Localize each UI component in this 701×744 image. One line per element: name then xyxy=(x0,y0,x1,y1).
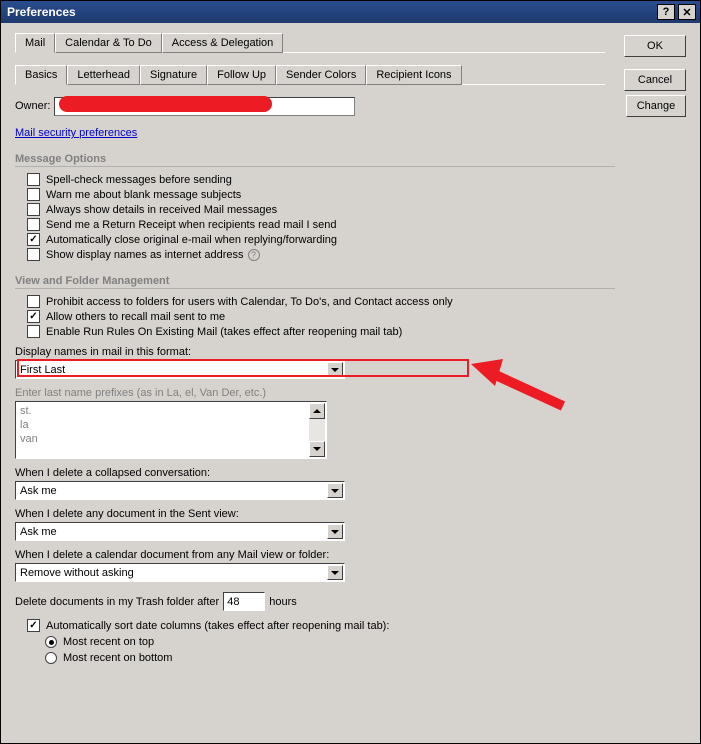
close-title-button[interactable]: ✕ xyxy=(678,4,696,20)
help-icon[interactable]: ? xyxy=(248,249,260,261)
chevron-down-icon[interactable] xyxy=(327,483,343,498)
change-button[interactable]: Change xyxy=(626,95,686,117)
chk-prohibit-access[interactable] xyxy=(27,295,40,308)
chk-spellcheck[interactable] xyxy=(27,173,40,186)
list-item: st. xyxy=(20,404,308,418)
scroll-up-icon[interactable] xyxy=(309,403,325,419)
tab-calendar[interactable]: Calendar & To Do xyxy=(55,33,162,53)
chevron-down-icon[interactable] xyxy=(327,362,343,377)
lbl-allow-recall: Allow others to recall mail sent to me xyxy=(46,311,225,323)
prefixes-label: Enter last name prefixes (as in La, el, … xyxy=(15,387,686,399)
view-folder-title: View and Folder Management xyxy=(15,275,615,289)
message-options-title: Message Options xyxy=(15,153,615,167)
tab-access[interactable]: Access & Delegation xyxy=(162,33,284,53)
tab-mail[interactable]: Mail xyxy=(15,33,55,53)
prefixes-listbox[interactable]: st. la van xyxy=(15,401,327,459)
chevron-down-icon[interactable] xyxy=(327,524,343,539)
lbl-prohibit-access: Prohibit access to folders for users wit… xyxy=(46,296,453,308)
help-title-button[interactable]: ? xyxy=(657,4,675,20)
lbl-spellcheck: Spell-check messages before sending xyxy=(46,174,232,186)
preferences-dialog: Preferences ? ✕ OK Cancel Mail Calendar … xyxy=(0,0,701,744)
list-item: van xyxy=(20,432,308,446)
chk-autosort[interactable] xyxy=(27,619,40,632)
lbl-recent-bottom: Most recent on bottom xyxy=(63,652,172,664)
chk-blank-subject[interactable] xyxy=(27,188,40,201)
delete-calendar-value: Remove without asking xyxy=(20,567,134,579)
chk-allow-recall[interactable] xyxy=(27,310,40,323)
lbl-show-details: Always show details in received Mail mes… xyxy=(46,204,277,216)
chk-return-receipt[interactable] xyxy=(27,218,40,231)
redacted-owner xyxy=(59,96,272,112)
tab-recipient[interactable]: Recipient Icons xyxy=(366,65,461,85)
sub-tabs: Basics Letterhead Signature Follow Up Se… xyxy=(15,65,686,85)
display-format-value: First Last xyxy=(20,364,65,376)
owner-label: Owner: xyxy=(15,100,50,112)
lbl-autosort: Automatically sort date columns (takes e… xyxy=(46,620,389,632)
display-format-label: Display names in mail in this format: xyxy=(15,346,686,358)
delete-calendar-select[interactable]: Remove without asking xyxy=(15,563,345,582)
title-text: Preferences xyxy=(7,5,76,19)
tab-basics[interactable]: Basics xyxy=(15,65,67,85)
tab-followup[interactable]: Follow Up xyxy=(207,65,276,85)
delete-sent-value: Ask me xyxy=(20,526,57,538)
delete-collapsed-label: When I delete a collapsed conversation: xyxy=(15,467,686,479)
radio-recent-top[interactable] xyxy=(45,636,57,648)
chk-run-rules[interactable] xyxy=(27,325,40,338)
tab-letterhead[interactable]: Letterhead xyxy=(67,65,140,85)
mail-security-link[interactable]: Mail security preferences xyxy=(15,127,137,139)
titlebar: Preferences ? ✕ xyxy=(1,1,700,23)
delete-sent-label: When I delete any document in the Sent v… xyxy=(15,508,686,520)
lbl-recent-top: Most recent on top xyxy=(63,636,154,648)
delete-collapsed-select[interactable]: Ask me xyxy=(15,481,345,500)
tab-sender[interactable]: Sender Colors xyxy=(276,65,366,85)
trash-hours-input[interactable] xyxy=(223,592,265,611)
lbl-blank-subject: Warn me about blank message subjects xyxy=(46,189,241,201)
chk-show-details[interactable] xyxy=(27,203,40,216)
trash-post-label: hours xyxy=(269,596,297,608)
scroll-down-icon[interactable] xyxy=(309,441,325,457)
tab-signature[interactable]: Signature xyxy=(140,65,207,85)
scrollbar-track[interactable] xyxy=(309,419,325,441)
trash-pre-label: Delete documents in my Trash folder afte… xyxy=(15,596,219,608)
delete-sent-select[interactable]: Ask me xyxy=(15,522,345,541)
lbl-return-receipt: Send me a Return Receipt when recipients… xyxy=(46,219,336,231)
delete-calendar-label: When I delete a calendar document from a… xyxy=(15,549,686,561)
main-tabs: Mail Calendar & To Do Access & Delegatio… xyxy=(15,33,686,53)
display-format-select[interactable]: First Last xyxy=(15,360,345,379)
lbl-auto-close: Automatically close original e-mail when… xyxy=(46,234,337,246)
lbl-run-rules: Enable Run Rules On Existing Mail (takes… xyxy=(46,326,402,338)
chevron-down-icon[interactable] xyxy=(327,565,343,580)
radio-recent-bottom[interactable] xyxy=(45,652,57,664)
list-item: la xyxy=(20,418,308,432)
chk-auto-close[interactable] xyxy=(27,233,40,246)
lbl-internet-address: Show display names as internet address xyxy=(46,249,244,261)
chk-internet-address[interactable] xyxy=(27,248,40,261)
delete-collapsed-value: Ask me xyxy=(20,485,57,497)
